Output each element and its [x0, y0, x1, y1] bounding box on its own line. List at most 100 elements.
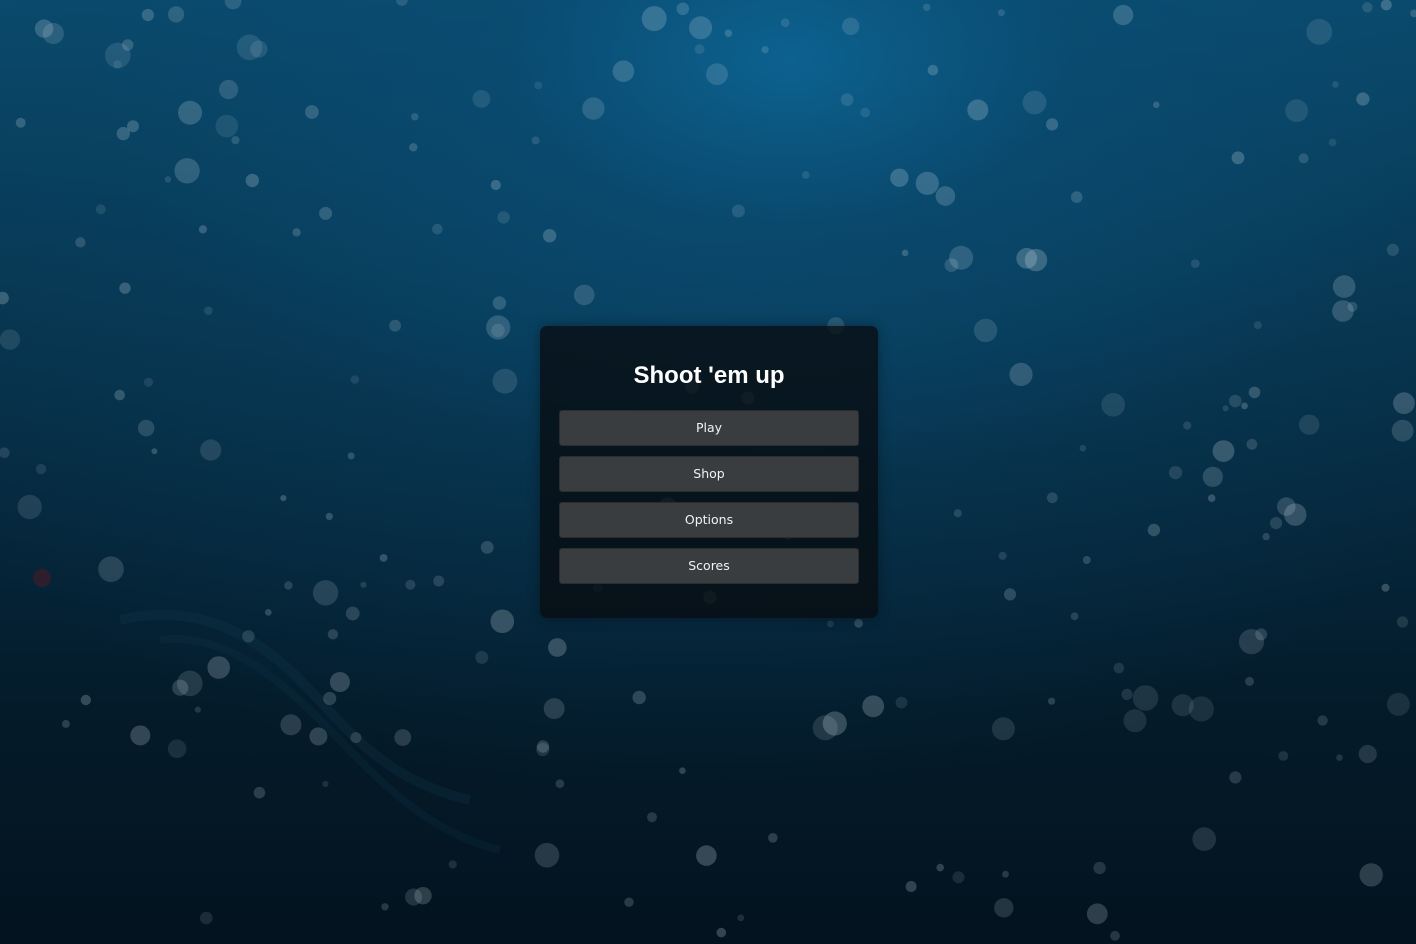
- bubble: [486, 315, 511, 340]
- bubble: [360, 581, 367, 588]
- bubble: [309, 727, 328, 746]
- bubble: [1381, 583, 1390, 592]
- bubble: [1082, 556, 1091, 564]
- bubble: [61, 719, 70, 728]
- bubble: [862, 695, 885, 718]
- bubble: [706, 63, 728, 86]
- bubble: [17, 494, 42, 520]
- bubble: [141, 8, 154, 22]
- bubble: [1070, 191, 1083, 203]
- bubble: [1101, 393, 1125, 417]
- bubble: [127, 120, 139, 133]
- bubble: [1359, 863, 1383, 887]
- bubble: [994, 898, 1014, 918]
- bubble: [114, 389, 125, 401]
- bubble: [174, 158, 200, 184]
- bubble: [624, 897, 634, 907]
- bubble: [219, 79, 239, 100]
- bubble: [480, 541, 494, 554]
- bubble: [1270, 517, 1283, 530]
- bubble: [1168, 466, 1183, 480]
- bubble: [890, 168, 909, 187]
- bubble: [1147, 523, 1161, 537]
- bubble: [1212, 440, 1235, 462]
- bubble: [379, 554, 388, 562]
- bubble: [264, 609, 272, 616]
- bubble: [927, 64, 939, 76]
- bubble: [151, 448, 158, 455]
- bubble: [492, 296, 507, 310]
- bubble: [1113, 4, 1134, 26]
- bubble: [200, 439, 222, 461]
- bubble: [1046, 118, 1059, 131]
- bubble: [768, 833, 778, 843]
- bubble: [905, 881, 917, 892]
- options-button[interactable]: Options: [559, 502, 859, 538]
- bubble: [168, 6, 185, 23]
- bubble: [312, 580, 339, 606]
- bubble: [448, 860, 457, 869]
- bubble: [724, 29, 733, 37]
- bubble: [1046, 492, 1058, 504]
- bubble: [253, 786, 266, 799]
- bubble: [1332, 81, 1339, 88]
- bubble: [405, 579, 416, 590]
- bubble: [35, 463, 47, 475]
- bubble: [42, 22, 64, 45]
- bubble: [75, 237, 86, 248]
- bubble: [1391, 419, 1414, 442]
- bubble: [207, 656, 230, 679]
- bubble: [1332, 300, 1354, 322]
- bubble: [322, 780, 329, 788]
- bubble: [548, 638, 567, 657]
- bubble: [224, 0, 242, 10]
- bubble: [200, 911, 213, 925]
- bubble: [953, 509, 962, 518]
- bubble: [345, 606, 360, 621]
- bubble: [802, 171, 810, 179]
- shop-button[interactable]: Shop: [559, 456, 859, 492]
- bubble: [840, 93, 854, 106]
- bubble: [641, 6, 667, 32]
- bubble: [167, 739, 187, 759]
- bubble: [215, 114, 239, 138]
- bubble: [1278, 751, 1289, 761]
- bubble: [194, 706, 201, 713]
- bubble: [696, 845, 717, 866]
- bubble: [952, 871, 965, 884]
- bubble: [582, 97, 605, 120]
- bubble: [822, 711, 847, 736]
- scores-button[interactable]: Scores: [559, 548, 859, 584]
- bubble: [543, 698, 565, 720]
- bubble: [394, 729, 412, 746]
- bubble: [327, 629, 339, 640]
- bubble: [409, 143, 418, 152]
- bubble: [1003, 588, 1017, 601]
- bubble: [1121, 688, 1133, 701]
- bubble: [991, 717, 1015, 741]
- bubble: [1245, 676, 1254, 686]
- bubble: [1002, 870, 1009, 878]
- bubble: [490, 179, 501, 191]
- bubble: [895, 696, 908, 709]
- bubble: [178, 100, 202, 125]
- bubble: [647, 812, 657, 823]
- bubble: [923, 3, 931, 11]
- bubble: [1299, 414, 1320, 435]
- bubble: [901, 249, 909, 257]
- bubble: [1358, 744, 1377, 764]
- bubble: [854, 618, 863, 628]
- bubble: [1202, 466, 1223, 487]
- bubble: [761, 46, 769, 54]
- bubble: [119, 282, 131, 294]
- bubble: [1380, 0, 1392, 11]
- bubble: [95, 204, 106, 215]
- bubble: [1009, 362, 1033, 386]
- bubble: [280, 714, 302, 736]
- bubble: [842, 17, 860, 35]
- play-button[interactable]: Play: [559, 410, 859, 446]
- bubble: [245, 173, 259, 188]
- bubble: [1093, 861, 1106, 875]
- bubble: [130, 725, 151, 746]
- bubble: [716, 927, 727, 938]
